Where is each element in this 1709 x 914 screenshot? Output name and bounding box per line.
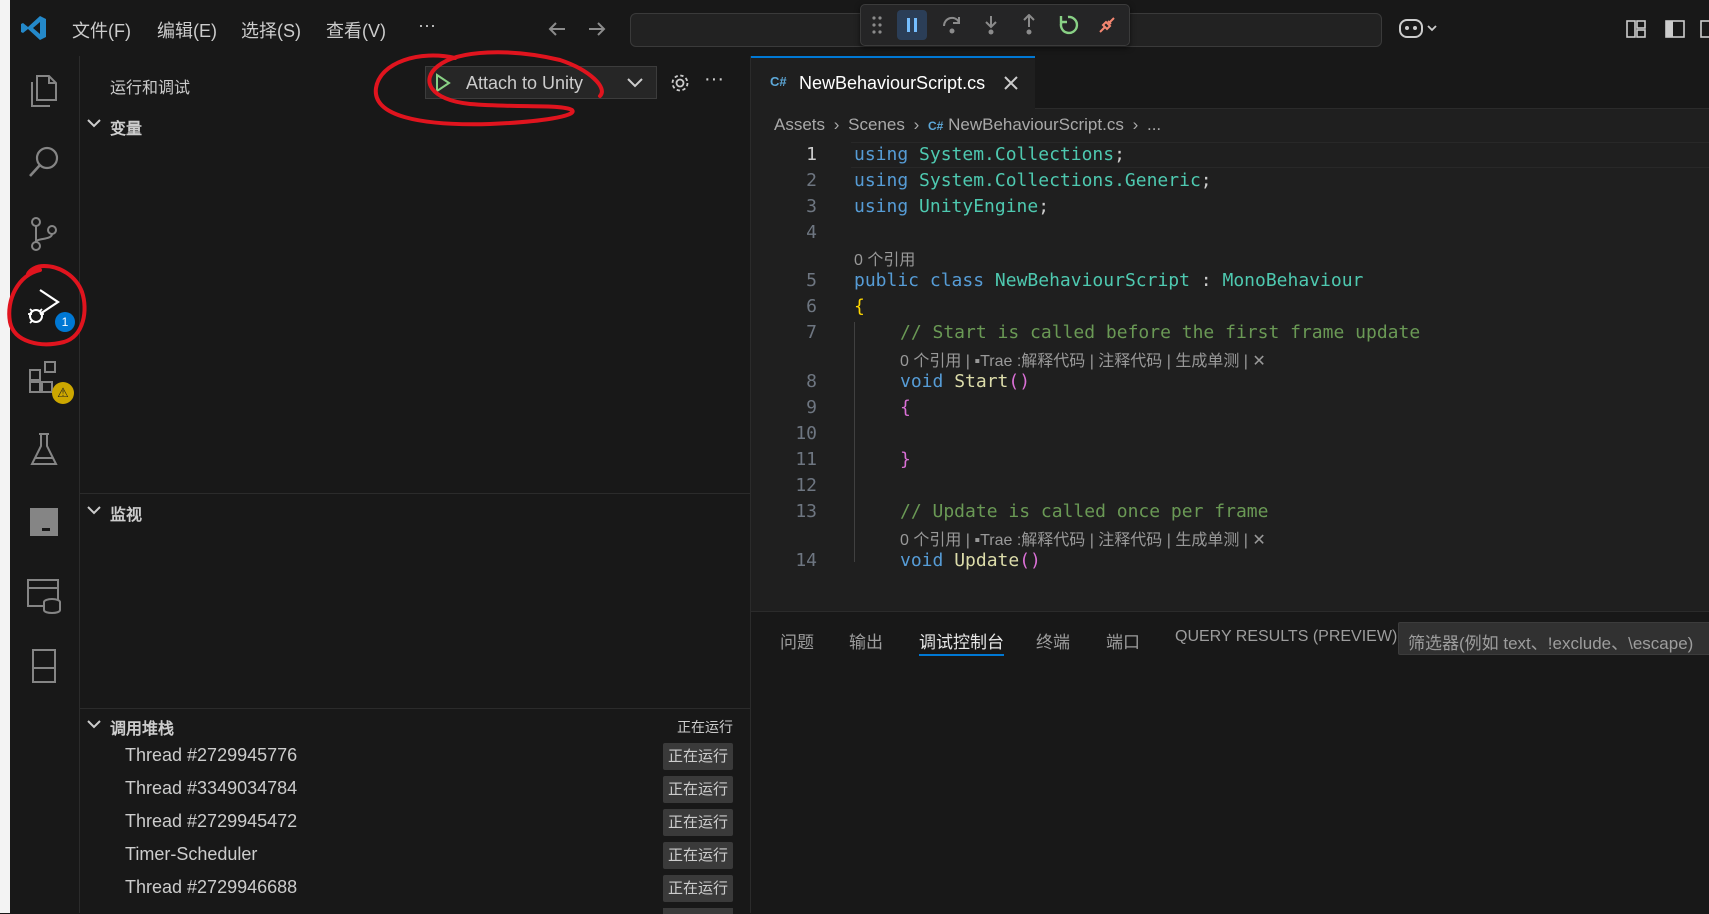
annotation-circle-attach [373,50,604,127]
red-annotation-marks [7,50,604,347]
annotation-circle-debug [7,263,87,347]
